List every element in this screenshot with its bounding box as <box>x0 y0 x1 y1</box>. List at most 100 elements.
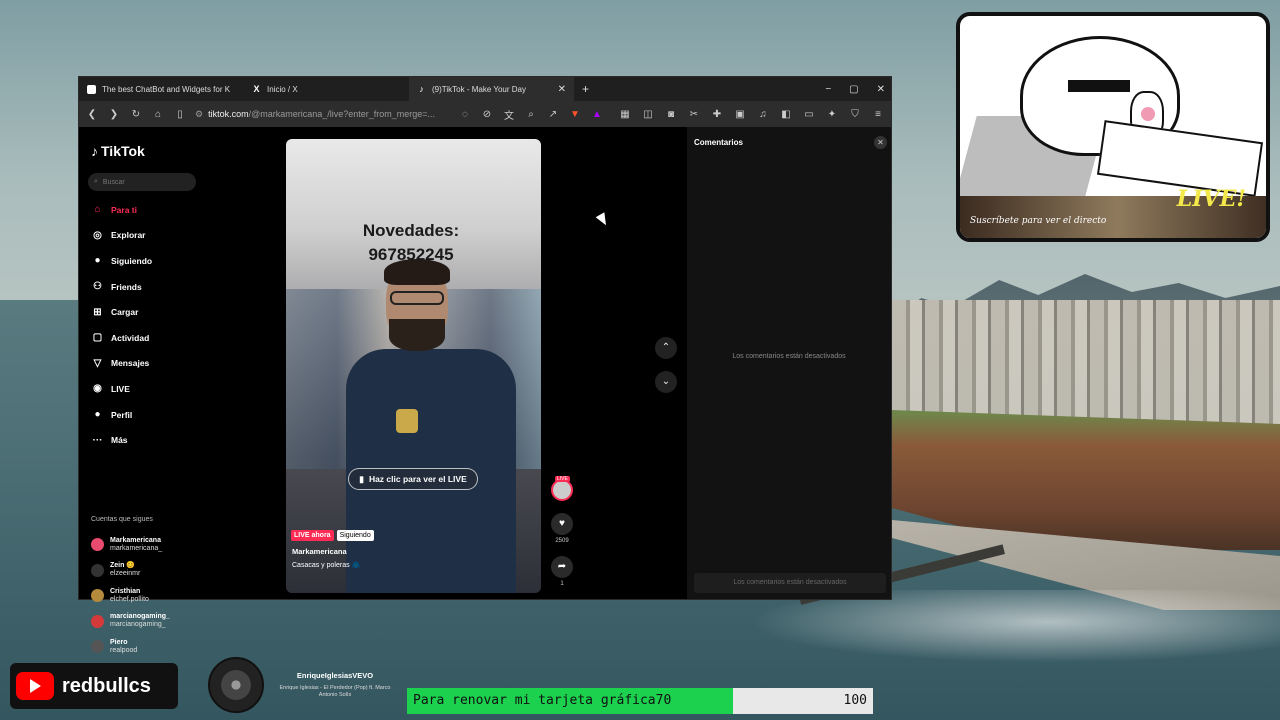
tab-tiktok[interactable]: ♪ (9)TikTok - Make Your Day ✕ <box>409 77 574 101</box>
sidebar-item-label: Para ti <box>111 204 137 215</box>
avatar <box>91 589 104 603</box>
tab-close-icon[interactable]: ✕ <box>558 84 566 95</box>
tab-chatbot[interactable]: The best ChatBot and Widgets for K <box>79 77 244 101</box>
new-tab-button[interactable]: + <box>574 82 597 96</box>
puzzle-icon[interactable]: ✚ <box>710 109 724 120</box>
share-button[interactable]: ➦ <box>551 556 573 578</box>
cast-icon[interactable]: ◌ <box>458 109 472 120</box>
forward-icon[interactable]: ❯ <box>107 109 121 120</box>
comment-input[interactable]: Los comentarios están desactivados <box>694 573 886 593</box>
extension-icon[interactable]: ◙ <box>664 109 678 120</box>
video-badges: LIVE ahora Siguiendo <box>291 530 374 541</box>
chevron-down-icon: ⌄ <box>661 376 671 387</box>
home-icon: ⌂ <box>94 204 101 216</box>
brave-shield-icon[interactable]: ▼ <box>568 109 582 120</box>
back-icon[interactable]: ❮ <box>85 109 99 120</box>
video-username[interactable]: Markamericana <box>292 547 347 556</box>
previous-video-button[interactable]: ⌃ <box>655 337 677 359</box>
sidebar-item-live[interactable]: ◉ LIVE <box>91 376 152 402</box>
music-track: Enrique Iglesias - El Perdedor (Pop) ft.… <box>279 685 391 698</box>
tiktok-logo[interactable]: ♪ TikTok <box>91 143 145 159</box>
album-art-disc <box>208 657 264 713</box>
tab-bar: The best ChatBot and Widgets for K X Ini… <box>79 77 891 101</box>
search-input[interactable]: ⌕ Buscar <box>88 173 196 191</box>
next-video-button[interactable]: ⌄ <box>655 371 677 393</box>
sidebar-toggle-icon[interactable]: ◧ <box>779 109 793 120</box>
comments-panel: Comentarios ✕ Los comentarios están desa… <box>687 127 891 599</box>
youtube-handle: redbullcs <box>62 674 151 697</box>
zoom-icon[interactable]: ⌕ <box>524 109 538 120</box>
sidebar-item-mensajes[interactable]: ▽ Mensajes <box>91 351 152 377</box>
sidebar-item-label: Actividad <box>111 332 150 343</box>
cat-sticker-overlay: Suscríbete para ver el directo LIVE! <box>956 12 1270 242</box>
sidebar-item-cargar[interactable]: ⊞ Cargar <box>91 299 152 325</box>
window-controls: − ▢ ✕ <box>825 77 885 101</box>
creator-avatar[interactable]: LIVE <box>551 476 573 501</box>
youtube-logo-icon <box>16 672 54 700</box>
reload-icon[interactable]: ↻ <box>129 109 143 120</box>
feed-navigation: ⌃ ⌄ <box>655 337 677 405</box>
live-video[interactable]: Novedades: 967852245 ▮ Haz clic para ver… <box>286 139 541 593</box>
like-button[interactable]: ♥ <box>551 513 573 535</box>
extension-icon[interactable]: ▦ <box>618 109 632 120</box>
avatar <box>91 640 104 654</box>
more-icon: ··· <box>92 434 103 446</box>
extension-icon[interactable]: ▣ <box>733 109 747 120</box>
wallet-icon[interactable]: ▭ <box>802 109 816 120</box>
tab-label: The best ChatBot and Widgets for K <box>102 84 231 94</box>
tiktok-favicon-icon: ♪ <box>419 83 424 94</box>
search-placeholder: Buscar <box>102 178 125 186</box>
account-name: Markamericana <box>110 536 161 544</box>
brave-rewards-icon[interactable]: ▲ <box>590 109 604 120</box>
following-account[interactable]: Zein 😊 elzeeinmr <box>91 558 170 584</box>
action-column: LIVE ♥ 2509 ➦ 1 <box>549 476 575 587</box>
account-name: Cristhian <box>110 587 141 595</box>
tab-x[interactable]: X Inicio / X <box>244 77 409 101</box>
video-person-glasses <box>390 291 444 305</box>
following-account[interactable]: marcianogaming_ marcianogaming_ <box>91 609 170 635</box>
home-button-icon[interactable]: ⌂ <box>151 109 165 120</box>
following-list: Markamericana markamericana_ Zein 😊 elzeein… <box>91 532 170 660</box>
goal-text: Para renovar mi tarjeta gráfica70 <box>413 693 672 708</box>
mute-icon[interactable]: ⊘ <box>480 109 494 120</box>
url-path: /@markamericana_/live?enter_from_merge=.… <box>248 109 436 119</box>
extension-icon[interactable]: ◫ <box>641 109 655 120</box>
extension-icon[interactable]: ✂ <box>687 109 701 120</box>
sidebar-item-para-ti[interactable]: ⌂ Para ti <box>91 197 152 223</box>
sidebar-item-perfil[interactable]: ● Perfil <box>91 402 152 428</box>
sidebar-item-actividad[interactable]: ▢ Actividad <box>91 325 152 351</box>
youtube-handle-overlay: redbullcs <box>10 663 178 709</box>
vpn-shield-icon[interactable]: ⛉ <box>848 109 862 120</box>
sidebar-item-siguiendo[interactable]: ● Siguiendo <box>91 248 152 274</box>
minimize-button[interactable]: − <box>825 84 831 95</box>
live-bars-icon: ▮ <box>359 473 364 484</box>
menu-icon[interactable]: ≡ <box>871 109 885 120</box>
video-caption-line2: 967852245 <box>368 245 454 264</box>
sidebar-item-explorar[interactable]: ◎ Explorar <box>91 223 152 249</box>
comments-title: Comentarios <box>694 138 743 147</box>
address-bar[interactable]: ⚙ tiktok.com/@markamericana_/live?enter_… <box>195 105 450 123</box>
music-icon[interactable]: ♫ <box>756 109 770 120</box>
bookmark-icon[interactable]: ▯ <box>173 109 187 120</box>
leo-ai-icon[interactable]: ✦ <box>825 109 839 120</box>
following-account[interactable]: Cristhian elchef.pollito <box>91 583 170 609</box>
account-handle: elchef.pollito <box>110 595 149 603</box>
search-icon: ⌕ <box>94 178 98 185</box>
sidebar-item-m-s[interactable]: ··· Más <box>91 427 152 453</box>
close-window-button[interactable]: ✕ <box>877 84 885 95</box>
following-badge[interactable]: Siguiendo <box>336 530 374 541</box>
share-icon[interactable]: ↗ <box>546 109 560 120</box>
video-caption-overlay: Novedades: 967852245 <box>286 219 536 267</box>
shirt-logo <box>396 409 418 433</box>
maximize-button[interactable]: ▢ <box>849 84 858 95</box>
close-comments-button[interactable]: ✕ <box>874 136 887 149</box>
watch-live-button[interactable]: ▮ Haz clic para ver el LIVE <box>348 468 478 490</box>
following-title: Cuentas que sigues <box>91 516 153 523</box>
site-settings-icon[interactable]: ⚙ <box>195 109 203 120</box>
following-account[interactable]: Piero realpood <box>91 634 170 660</box>
browser-toolbar: ❮ ❯ ↻ ⌂ ▯ ⚙ tiktok.com/@markamericana_/l… <box>79 101 891 127</box>
following-account[interactable]: Markamericana markamericana_ <box>91 532 170 558</box>
compass-icon: ◎ <box>93 229 102 241</box>
translate-icon[interactable]: 文 <box>502 107 516 122</box>
sidebar-item-friends[interactable]: ⚇ Friends <box>91 274 152 300</box>
